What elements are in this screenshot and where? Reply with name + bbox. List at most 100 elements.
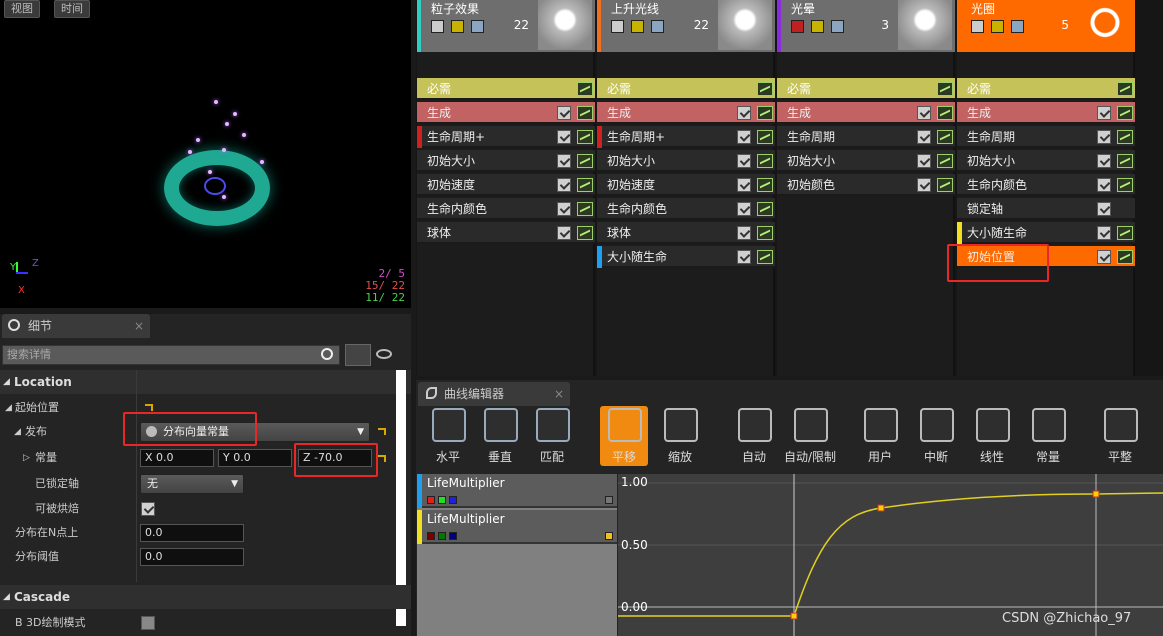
module-row[interactable]: 生命内颜色 <box>957 174 1135 196</box>
module-enable-checkbox[interactable] <box>557 202 571 216</box>
curve-toggle-icon[interactable] <box>1117 250 1133 264</box>
module-row[interactable]: 大小随生命 <box>957 222 1135 244</box>
curve-key[interactable] <box>790 612 798 620</box>
module-row[interactable]: 初始速度 <box>417 174 595 196</box>
curve-toggle-icon[interactable] <box>1117 178 1133 192</box>
curve-toggle-icon[interactable] <box>577 82 593 96</box>
module-enable-checkbox[interactable] <box>557 178 571 192</box>
tool-auto-button[interactable]: 自动 <box>730 406 778 466</box>
tool-auto-clamped-button[interactable]: 自动/限制 <box>784 406 836 466</box>
module-row[interactable]: 生成 <box>597 102 775 124</box>
solo-icon[interactable] <box>451 20 464 33</box>
module-enable-checkbox[interactable] <box>737 106 751 120</box>
module-enable-checkbox[interactable] <box>917 106 931 120</box>
module-row[interactable]: 初始速度 <box>597 174 775 196</box>
curve-toggle-icon[interactable] <box>577 154 593 168</box>
module-row[interactable]: 生命周期+ <box>597 126 775 148</box>
emitter-column[interactable]: 光晕 3 必需 生成 生命周期 初始大小 初始颜色 <box>777 0 955 376</box>
module-enable-checkbox[interactable] <box>737 130 751 144</box>
curve-toggle-icon[interactable] <box>577 106 593 120</box>
preview-viewport[interactable]: 视图 时间 Y Z X 2/ 5 15/ 22 11/ 22 <box>0 0 411 308</box>
module-row[interactable]: 生命内颜色 <box>597 198 775 220</box>
curve-key[interactable] <box>877 504 885 512</box>
module-enable-checkbox[interactable] <box>737 178 751 192</box>
view-button[interactable]: 视图 <box>4 0 40 18</box>
reset-icon[interactable] <box>378 428 386 435</box>
curve-toggle-icon[interactable] <box>757 106 773 120</box>
curve-toggle-icon[interactable] <box>757 250 773 264</box>
curve-toggle-icon[interactable] <box>757 202 773 216</box>
curve-toggle-icon[interactable] <box>577 130 593 144</box>
curve-toggle-icon[interactable] <box>1117 130 1133 144</box>
time-button[interactable]: 时间 <box>54 0 90 18</box>
close-icon[interactable]: × <box>134 314 144 338</box>
emitter-header[interactable]: 粒子效果 22 <box>417 0 595 52</box>
curve-toggle-icon[interactable] <box>577 202 593 216</box>
curve-toggle-icon[interactable] <box>1117 82 1133 96</box>
module-enable-checkbox[interactable] <box>557 130 571 144</box>
enable-checkbox[interactable] <box>431 20 444 33</box>
eye-icon[interactable] <box>376 349 392 359</box>
solo-icon[interactable] <box>811 20 824 33</box>
tool-user-button[interactable]: 用户 <box>856 406 904 466</box>
tool-zoom-button[interactable]: 缩放 <box>656 406 704 466</box>
solo-icon[interactable] <box>991 20 1004 33</box>
module-enable-checkbox[interactable] <box>557 226 571 240</box>
curve-toggle-icon[interactable] <box>577 226 593 240</box>
module-row[interactable]: 必需 <box>597 78 775 100</box>
module-row[interactable]: 必需 <box>417 78 595 100</box>
module-row[interactable]: 初始大小 <box>957 150 1135 172</box>
module-row[interactable]: 初始大小 <box>777 150 955 172</box>
module-row[interactable]: 球体 <box>597 222 775 244</box>
emitter-header[interactable]: 光晕 3 <box>777 0 955 52</box>
module-enable-checkbox[interactable] <box>1097 106 1111 120</box>
tab-details[interactable]: 细节 × <box>2 314 150 338</box>
track-item[interactable]: LifeMultiplier <box>417 510 617 544</box>
curve-toggle-icon[interactable] <box>1117 106 1133 120</box>
module-row[interactable]: 大小随生命 <box>597 246 775 268</box>
curve-toggle-icon[interactable] <box>937 178 953 192</box>
search-input[interactable]: 搜索详情 <box>2 345 340 365</box>
emitter-column[interactable]: 粒子效果 22 必需 生成 生命周期+ 初始大小 初始速度 生命内颜色 球体 <box>417 0 595 376</box>
tool-constant-button[interactable]: 常量 <box>1024 406 1072 466</box>
module-enable-checkbox[interactable] <box>557 106 571 120</box>
module-enable-checkbox[interactable] <box>737 250 751 264</box>
module-enable-checkbox[interactable] <box>557 154 571 168</box>
emitter-column[interactable]: 光圈 5 必需 生成 生命周期 初始大小 生命内颜色 锁定轴 大小随生命 初始位置 <box>957 0 1135 376</box>
curve-toggle-icon[interactable] <box>757 82 773 96</box>
curve-toggle-icon[interactable] <box>937 130 953 144</box>
module-enable-checkbox[interactable] <box>917 154 931 168</box>
close-icon[interactable]: × <box>554 382 564 406</box>
curve-toggle-icon[interactable] <box>757 226 773 240</box>
module-row[interactable]: 球体 <box>417 222 595 244</box>
module-row[interactable]: 必需 <box>957 78 1135 100</box>
sort-icon[interactable] <box>1011 20 1024 33</box>
module-enable-checkbox[interactable] <box>917 130 931 144</box>
sort-icon[interactable] <box>651 20 664 33</box>
tool-break-button[interactable]: 中断 <box>912 406 960 466</box>
curve-toggle-icon[interactable] <box>757 154 773 168</box>
module-enable-checkbox[interactable] <box>917 178 931 192</box>
emitter-header[interactable]: 光圈 5 <box>957 0 1135 52</box>
enable-checkbox[interactable] <box>971 20 984 33</box>
solo-icon[interactable] <box>631 20 644 33</box>
reset-icon[interactable] <box>145 404 153 411</box>
module-row[interactable]: 生命内颜色 <box>417 198 595 220</box>
module-row[interactable]: 生命周期 <box>777 126 955 148</box>
module-row[interactable]: 生成 <box>777 102 955 124</box>
curve-toggle-icon[interactable] <box>937 154 953 168</box>
emitter-column[interactable]: 上升光线 22 必需 生成 生命周期+ 初始大小 初始速度 生命内颜色 球体 大小随生命 <box>597 0 775 376</box>
module-enable-checkbox[interactable] <box>737 226 751 240</box>
curve-toggle-icon[interactable] <box>757 178 773 192</box>
module-row[interactable]: 初始大小 <box>417 150 595 172</box>
enable-checkbox[interactable] <box>611 20 624 33</box>
list-view-icon[interactable] <box>345 344 371 366</box>
module-row[interactable]: 锁定轴 <box>957 198 1135 220</box>
curve-toggle-icon[interactable] <box>1117 226 1133 240</box>
module-row[interactable]: 生命周期 <box>957 126 1135 148</box>
curve-toggle-icon[interactable] <box>1117 154 1133 168</box>
module-enable-checkbox[interactable] <box>1097 202 1111 216</box>
distribute-threshold-field[interactable]: 0.0 <box>140 548 244 566</box>
tool-linear-button[interactable]: 线性 <box>968 406 1016 466</box>
module-row[interactable]: 生成 <box>957 102 1135 124</box>
